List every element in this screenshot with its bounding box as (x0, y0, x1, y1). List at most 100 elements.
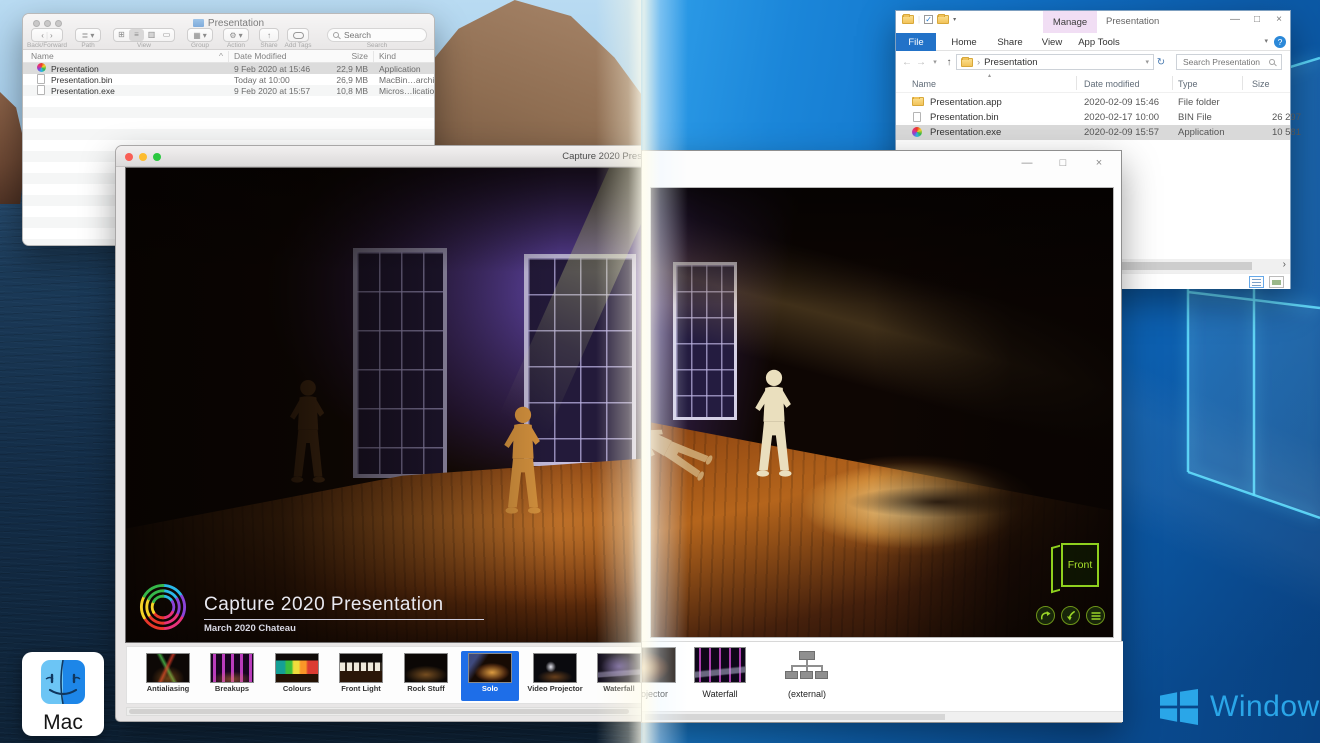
file-row-bin[interactable]: Presentation.bin 2020-02-17 10:00 BIN Fi… (896, 110, 1301, 125)
forward-icon[interactable]: › (50, 31, 53, 40)
thumbnail-external[interactable]: (external) (772, 647, 842, 699)
capture-mac-titlebar[interactable]: Capture 2020 Presentation (116, 146, 648, 167)
path-button[interactable]: ≣ ▾ (75, 28, 101, 42)
file-row-exe[interactable]: Presentation.exe 9 Feb 2020 at 15:57 10,… (23, 85, 434, 96)
pan-button[interactable] (1061, 606, 1080, 625)
forward-icon[interactable]: → (914, 57, 928, 68)
file-row-exe-selected[interactable]: Presentation.exe 2020-02-09 15:57 Applic… (896, 125, 1301, 140)
thumbnail-image (468, 653, 512, 683)
thumbnail-colours[interactable]: Colours (268, 651, 326, 701)
column-header-name[interactable]: Name (31, 51, 54, 61)
thumbnail-waterfall[interactable]: Waterfall (590, 651, 648, 701)
back-forward-buttons[interactable]: ‹ | › (31, 28, 63, 42)
search-input[interactable] (342, 29, 412, 41)
explorer-titlebar[interactable]: | ✓ ▾ Manage Presentation — □ × (896, 11, 1290, 33)
finder-column-headers: Name ^ Date Modified Size Kind (23, 50, 434, 63)
cube-front-face[interactable]: Front (1061, 543, 1099, 587)
large-icons-view-toggle[interactable] (1269, 276, 1284, 288)
app-spiral-icon (912, 127, 922, 140)
thumbnail-solo-selected[interactable]: Solo (461, 651, 519, 701)
back-icon[interactable]: ‹ (41, 31, 44, 40)
manage-contextual-tab[interactable]: Manage (1043, 11, 1097, 33)
column-view-icon[interactable]: ▥ (144, 29, 159, 41)
share-button[interactable]: ↑ (259, 28, 279, 42)
recent-locations-icon[interactable]: ▾ (928, 58, 942, 66)
details-view-toggle[interactable] (1249, 276, 1264, 288)
path-icon: ≣ (81, 30, 89, 40)
tab-app-tools[interactable]: App Tools (1072, 33, 1126, 51)
file-row-app[interactable]: Presentation.app 2020-02-09 15:46 File f… (896, 95, 1290, 110)
close-button[interactable]: × (1270, 14, 1288, 25)
explorer-search-field[interactable] (1176, 54, 1282, 70)
refresh-icon[interactable]: ↻ (1154, 57, 1168, 68)
scroll-right-icon[interactable]: › (1283, 259, 1286, 270)
breadcrumb-folder[interactable]: Presentation (984, 57, 1037, 68)
shadow-overlay-top (651, 188, 1113, 637)
back-icon[interactable]: ← (900, 57, 914, 68)
gallery-view-icon[interactable]: ▭ (159, 29, 174, 41)
minimize-button[interactable]: — (1226, 14, 1244, 25)
view-orientation-cube[interactable]: Front (1051, 541, 1099, 594)
view-switcher[interactable]: ⊞ ≡ ▥ ▭ (113, 28, 175, 42)
add-tags-button[interactable] (287, 28, 309, 42)
file-row-presentation[interactable]: Presentation 9 Feb 2020 at 15:46 22,9 MB… (23, 63, 434, 74)
scrollbar-thumb[interactable] (645, 714, 945, 720)
breadcrumb[interactable]: › Presentation ▾ (956, 54, 1154, 70)
icon-view-icon[interactable]: ⊞ (114, 29, 129, 41)
maximize-button[interactable]: □ (1053, 157, 1073, 169)
close-button[interactable]: × (1089, 157, 1109, 169)
thumbnail-front-light[interactable]: Front Light (332, 651, 390, 701)
customize-qat-icon[interactable]: ▾ (953, 16, 956, 23)
list-view-icon[interactable]: ≡ (129, 29, 144, 41)
tab-view[interactable]: View (1034, 33, 1070, 51)
column-header-type[interactable]: Type (1178, 79, 1198, 89)
thumbnail-scrollbar[interactable] (126, 707, 648, 716)
help-icon[interactable]: ? (1274, 36, 1286, 48)
column-header-name[interactable]: Name (912, 79, 936, 89)
orbit-button[interactable] (1036, 606, 1055, 625)
tab-share[interactable]: Share (990, 33, 1030, 51)
tab-file[interactable]: File (896, 33, 936, 51)
hamburger-menu-icon (1091, 611, 1100, 620)
thumbnail-rock-stuff[interactable]: Rock Stuff (397, 651, 455, 701)
file-row-bin[interactable]: Presentation.bin Today at 10:00 26,9 MB … (23, 74, 434, 85)
action-button[interactable]: ⚙ ▾ (223, 28, 249, 42)
column-header-kind[interactable]: Kind (379, 51, 396, 61)
thumbnail-waterfall[interactable]: Waterfall (690, 647, 750, 699)
column-header-size[interactable]: Size (313, 51, 368, 61)
column-header-size[interactable]: Size (1252, 79, 1270, 89)
properties-checkbox-icon[interactable]: ✓ (924, 15, 934, 24)
finder-toolbar: Presentation ‹|› ≣▾ ⊞≡▥▭ ▦▾ ⚙▾ ↑ Back/Fo… (23, 14, 434, 50)
address-dropdown-icon[interactable]: ▾ (1145, 58, 1149, 66)
search-input[interactable] (1181, 56, 1269, 68)
minimize-button[interactable]: — (1017, 157, 1037, 169)
capture-win-viewport[interactable]: Front (650, 187, 1114, 638)
thumbnail-breakups[interactable]: Breakups (203, 651, 261, 701)
folder-icon[interactable] (902, 14, 914, 24)
external-network-icon (785, 651, 829, 683)
up-icon[interactable]: ↑ (942, 57, 956, 68)
capture-win-titlebar[interactable]: — □ × (642, 151, 1121, 187)
document-icon (913, 112, 921, 125)
group-button[interactable]: ▦ ▾ (187, 28, 213, 42)
capture-mac-viewport[interactable]: Capture 2020 Presentation March 2020 Cha… (125, 167, 648, 643)
thumbnail-antialiasing[interactable]: Antialiasing (139, 651, 197, 701)
menu-button[interactable] (1086, 606, 1105, 625)
tab-home[interactable]: Home (944, 33, 984, 51)
column-header-date[interactable]: Date modified (1084, 79, 1140, 89)
thumbnail-video-projector[interactable]: Video Projector (526, 651, 584, 701)
collapse-ribbon-icon[interactable]: ▾ (1264, 37, 1268, 45)
thumbnail-video-projector-partial[interactable]: Projector (642, 647, 678, 699)
thumbnail-image (642, 647, 676, 683)
scrollbar-thumb[interactable] (129, 709, 629, 714)
capture-branding: Capture 2020 Presentation March 2020 Cha… (136, 580, 484, 634)
maximize-button[interactable]: □ (1248, 14, 1266, 25)
shadow-overlay-top (126, 168, 648, 642)
windows-logo-icon (1160, 688, 1198, 726)
toolbar-label: Search (366, 42, 388, 49)
thumbnail-scrollbar[interactable] (642, 711, 1123, 722)
finder-search-field[interactable] (327, 28, 427, 42)
new-folder-icon[interactable] (937, 14, 950, 24)
column-header-date[interactable]: Date Modified (234, 51, 286, 61)
quick-access-toolbar: | ✓ ▾ (902, 14, 956, 24)
